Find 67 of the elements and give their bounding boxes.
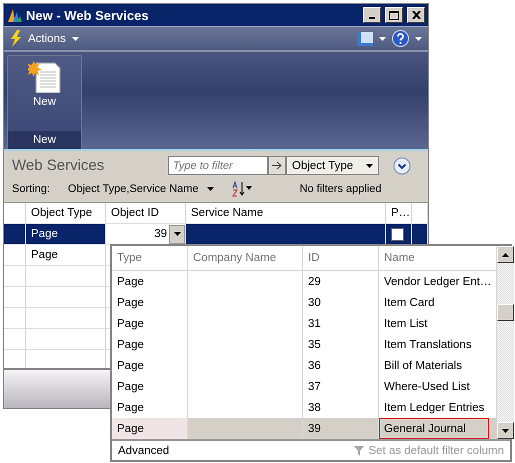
object-id-field[interactable]: 39 xyxy=(106,224,186,244)
object-id-value: 39 xyxy=(154,228,167,240)
caret-icon xyxy=(72,36,79,40)
published-checkbox[interactable] xyxy=(391,228,404,240)
lookup-row[interactable]: Page 39 General Journal xyxy=(112,418,498,439)
group-label: New xyxy=(8,131,81,149)
table-cell: General Journal xyxy=(379,418,490,439)
sorting-dropdown[interactable]: Object Type,Service Name xyxy=(68,183,214,195)
table-cell: 29 xyxy=(303,271,379,292)
minimize-button[interactable] xyxy=(363,7,381,23)
column-header[interactable]: Object ID xyxy=(106,203,186,223)
table-cell: 31 xyxy=(303,313,379,334)
advanced-link[interactable]: Advanced xyxy=(118,444,170,456)
close-icon xyxy=(412,11,420,19)
table-cell: Page xyxy=(112,313,188,334)
table-cell: 37 xyxy=(303,376,379,397)
maximize-button[interactable] xyxy=(385,7,403,23)
table-cell: Page xyxy=(26,245,106,265)
caret-icon xyxy=(206,187,214,191)
column-header[interactable]: Company Name xyxy=(188,246,303,270)
scroll-down-button[interactable] xyxy=(497,422,514,439)
down-arrow-icon xyxy=(502,428,510,432)
table-cell: Page xyxy=(112,418,188,439)
actions-menu[interactable]: Actions xyxy=(28,32,66,44)
table-cell: 35 xyxy=(303,334,379,355)
table-cell: Page xyxy=(112,271,188,292)
column-header[interactable]: Service Name xyxy=(186,203,386,223)
filter-status: No filters applied xyxy=(300,183,382,195)
caret-icon xyxy=(379,36,386,40)
table-cell: 30 xyxy=(303,292,379,313)
sorting-label: Sorting: xyxy=(12,183,50,195)
table-cell: Page xyxy=(112,292,188,313)
app-logo-icon xyxy=(7,7,23,23)
filter-column-dropdown[interactable]: Object Type xyxy=(286,156,379,175)
column-header[interactable]: ID xyxy=(303,246,379,270)
table-cell: 39 xyxy=(303,418,379,439)
filter-field[interactable]: Type to filter xyxy=(168,156,268,175)
arrow-icon xyxy=(272,161,282,170)
filter-icon xyxy=(354,446,364,456)
column-header[interactable]: P… xyxy=(386,203,412,223)
table-row[interactable]: Page 39 xyxy=(4,224,428,245)
apply-filter-button[interactable] xyxy=(268,156,286,175)
window-title: New - Web Services xyxy=(26,8,150,22)
help-icon[interactable] xyxy=(392,30,409,47)
close-button[interactable] xyxy=(407,7,425,23)
sort-order-icon[interactable] xyxy=(232,181,254,197)
table-cell: Page xyxy=(112,376,188,397)
caret-icon xyxy=(415,36,422,40)
list-title[interactable]: Web Services xyxy=(12,157,162,174)
lookup-button[interactable] xyxy=(169,224,185,244)
layout-icon[interactable] xyxy=(357,32,373,46)
scroll-up-button[interactable] xyxy=(497,246,514,263)
new-button[interactable]: New xyxy=(28,56,62,131)
caret-icon xyxy=(174,232,180,236)
table-cell: Page xyxy=(112,334,188,355)
expand-icon[interactable] xyxy=(393,156,411,174)
column-header[interactable]: Type xyxy=(112,246,188,270)
table-cell: Page xyxy=(112,355,188,376)
scrollbar[interactable] xyxy=(497,246,514,439)
column-header[interactable]: Object Type xyxy=(26,203,106,223)
up-arrow-icon xyxy=(502,252,510,256)
caret-icon xyxy=(366,164,373,168)
table-cell: 36 xyxy=(303,355,379,376)
maximize-icon xyxy=(389,10,399,20)
lightning-icon xyxy=(10,30,22,47)
new-document-icon xyxy=(28,61,62,93)
scroll-thumb[interactable] xyxy=(497,304,514,321)
